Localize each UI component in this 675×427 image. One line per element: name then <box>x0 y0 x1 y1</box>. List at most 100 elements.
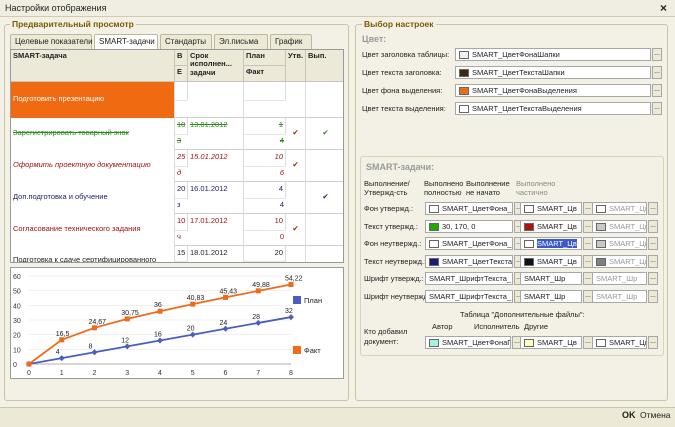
grid-field[interactable]: SMART_ЦветФона_ <box>425 237 513 250</box>
grid-value: SMART_Шр <box>596 274 638 283</box>
smart-section-title: SMART-задачи: <box>366 162 435 172</box>
task-e: з <box>175 198 188 210</box>
grid-field[interactable]: SMART_Цв <box>592 202 647 215</box>
grid-field[interactable]: SMART_ШрифтТекста_ <box>425 289 513 303</box>
color-field[interactable]: SMART_ЦветФонаВыделения <box>455 84 651 97</box>
color-swatch <box>596 240 606 248</box>
table-row[interactable]: Доп.подготовка и обучение 20 з 16.01.2012 4 4… <box>11 182 343 214</box>
color-field[interactable]: SMART_ЦветТекстаШапки <box>455 66 651 79</box>
task-e: 3 <box>175 134 188 146</box>
task-done <box>306 82 343 118</box>
data-label: 45,43 <box>220 288 238 295</box>
choose-button[interactable]: ... <box>648 219 658 233</box>
task-fact <box>244 261 286 262</box>
grid-field[interactable]: SMART_Шр <box>592 289 647 303</box>
data-label: 16 <box>154 332 162 339</box>
legend-swatch <box>293 296 301 304</box>
table-row[interactable]: Оформить проектную документацию 25 д 15.01.… <box>11 150 343 182</box>
grid-field[interactable]: SMART_Цв <box>592 237 647 250</box>
color-field[interactable]: SMART_ЦветТекстаВыделения <box>455 102 651 115</box>
grid-field[interactable]: SMART_Цв <box>520 202 582 215</box>
header-fact: Факт <box>244 66 286 82</box>
task-fact: 6 <box>244 166 286 178</box>
chart-area: 0 10 20 30 40 50 60 0 1 2 3 4 5 6 7 8 4 8 12 16 20 24 28 32 План… <box>10 267 344 379</box>
grid-field[interactable]: SMART_Шр <box>520 272 582 285</box>
tasks-table[interactable]: SMART-задача В Е Срок исполнен... задачи Пла… <box>10 49 344 263</box>
tab-3[interactable]: Эл.письма <box>214 34 268 49</box>
settings-title: Выбор настроек <box>362 19 436 29</box>
grid-value: SMART_ЦветФона_ <box>442 239 512 248</box>
color-swatch <box>524 205 534 213</box>
choose-button[interactable]: ... <box>648 289 658 303</box>
color-swatch <box>429 240 439 248</box>
grid-field[interactable]: SMART_Шр <box>592 272 647 285</box>
color-label: Цвет фона выделения: <box>362 86 443 95</box>
grid-field[interactable]: SMART_Цв <box>520 219 582 233</box>
cancel-button[interactable]: Отмена <box>640 410 671 420</box>
x-tick-label: 6 <box>224 370 228 377</box>
data-label: 49,88 <box>252 282 270 289</box>
data-label: 8 <box>89 343 93 350</box>
grid-field[interactable]: SMART_Цв <box>520 237 582 250</box>
grid-row-label: Шрифт неутвержд.: <box>364 291 432 301</box>
legend-label: Факт <box>304 346 321 355</box>
files-field[interactable]: SMART_Цв <box>520 336 582 349</box>
task-plan: 20 <box>244 246 286 261</box>
grid-field[interactable]: SMART_Шр <box>520 289 582 303</box>
table-row[interactable]: Подготовить презентацию 15 ч 16.01.2012 10 0 <box>11 82 343 118</box>
task-deadline: 15.01.2012 <box>188 150 244 182</box>
task-done: ✔ <box>322 192 329 201</box>
data-point <box>157 308 163 314</box>
grid-field[interactable]: SMART_Цв <box>592 254 647 268</box>
files-field[interactable]: SMART_Цв <box>592 336 647 349</box>
table-row[interactable]: Подготовка к сдаче сертифицированного эк… <box>11 246 343 262</box>
tab-4[interactable]: График <box>270 34 312 49</box>
choose-button[interactable]: ... <box>652 48 662 61</box>
task-deadline: 18.01.2012 <box>188 246 244 262</box>
data-label: 24,67 <box>89 319 107 326</box>
data-label: 28 <box>252 314 260 321</box>
close-icon[interactable]: × <box>660 1 667 15</box>
task-deadline: 16.01.2012 <box>188 182 244 214</box>
table-row[interactable]: Зарегистрировать товарный знак 10 3 13.01.2… <box>11 118 343 150</box>
choose-button[interactable]: ... <box>648 237 658 250</box>
ok-button[interactable]: OK <box>622 410 636 420</box>
choose-button[interactable]: ... <box>652 66 662 79</box>
grid-field[interactable]: SMART_ЦветФона_ <box>425 202 513 215</box>
color-swatch <box>459 69 469 77</box>
files-row-label: Кто добавил документ: <box>364 327 408 346</box>
choose-button[interactable]: ... <box>648 272 658 285</box>
data-point <box>26 361 32 367</box>
grid-value: SMART_Цв <box>537 256 577 266</box>
tab-1[interactable]: SMART-задачи <box>94 34 158 50</box>
task-deadline: 13.01.2012 <box>188 118 244 150</box>
files-field[interactable]: SMART_ЦветФонаП <box>425 336 511 349</box>
grid-field[interactable]: SMART_ШрифтТекста_ <box>425 272 513 285</box>
choose-button[interactable]: ... <box>648 202 658 215</box>
column-header: Выполнено полностью <box>424 179 464 197</box>
tab-2[interactable]: Стандарты <box>160 34 212 49</box>
data-point <box>124 316 130 322</box>
table-row[interactable]: Согласование технического задания 10 ч 17.0… <box>11 214 343 246</box>
color-field[interactable]: SMART_ЦветФонаШапки <box>455 48 651 61</box>
progress-chart: 01020304050600 1 2 3 4 5 6 7 848121620242832План… <box>13 274 322 377</box>
task-plan: 1 <box>244 118 286 134</box>
grid-field[interactable]: SMART_Цв <box>520 254 582 268</box>
task-name: Подготовить презентацию <box>11 82 175 118</box>
color-swatch <box>596 222 606 231</box>
task-approved <box>286 246 306 262</box>
choose-button[interactable]: ... <box>652 84 662 97</box>
task-plan: 10 <box>244 214 286 230</box>
grid-field[interactable]: SMART_Цв <box>592 219 647 233</box>
data-label: 24 <box>220 320 228 327</box>
grid-field[interactable]: 30, 170, 0 <box>425 219 513 233</box>
grid-value: SMART_Цв <box>609 256 647 266</box>
grid-field[interactable]: SMART_ЦветТекста <box>425 254 513 268</box>
x-tick-label: 8 <box>289 370 293 377</box>
choose-button[interactable]: ... <box>648 254 658 268</box>
task-fact: 4 <box>244 134 286 146</box>
x-tick-label: 3 <box>125 370 129 377</box>
tab-0[interactable]: Целевые показатели <box>10 34 93 49</box>
choose-button[interactable]: ... <box>648 336 658 349</box>
choose-button[interactable]: ... <box>652 102 662 115</box>
